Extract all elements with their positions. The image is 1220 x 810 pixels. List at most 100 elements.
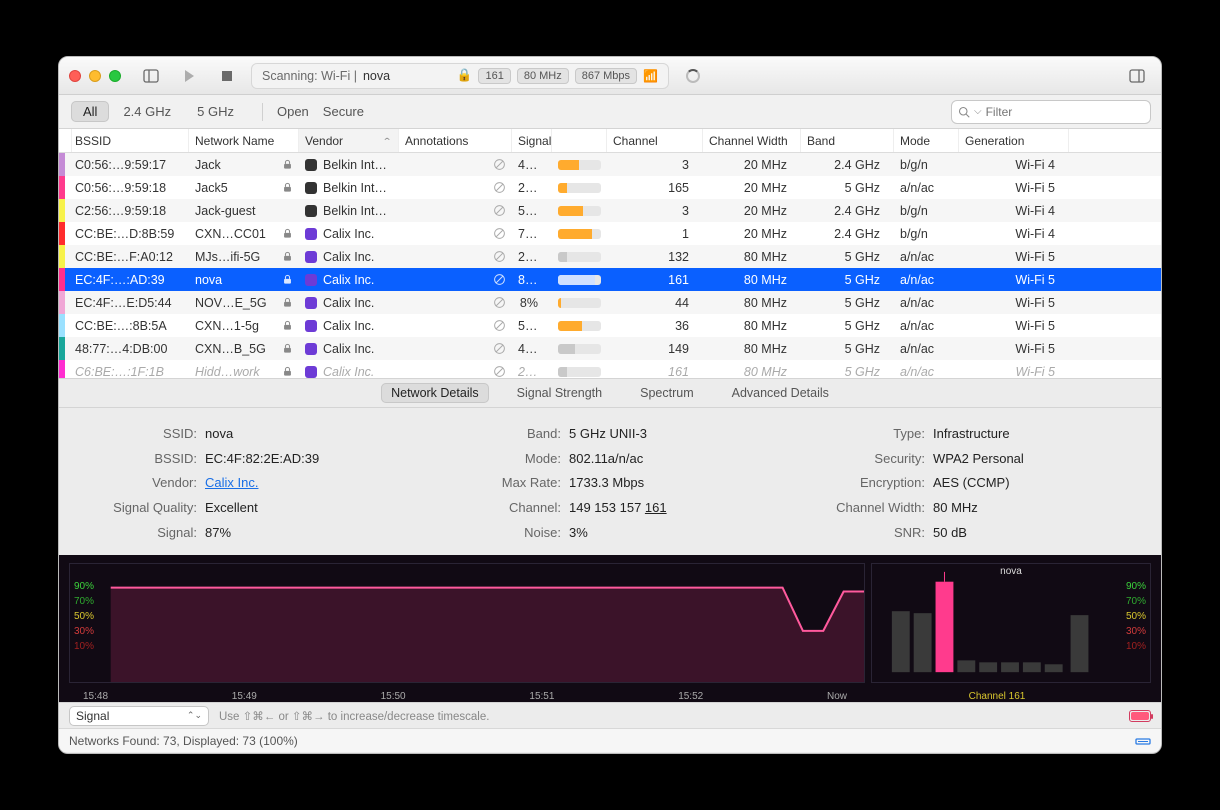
panel-toggle-icon[interactable]: [1123, 64, 1151, 88]
stop-icon[interactable]: [213, 64, 241, 88]
seg-all[interactable]: All: [71, 101, 109, 122]
status-text: Networks Found: 73, Displayed: 73 (100%): [69, 734, 298, 748]
zoom-button[interactable]: [109, 70, 121, 82]
table-row[interactable]: C6:BE:…:1F:1BHidd…workCalix Inc.22%16180…: [59, 360, 1161, 378]
networks-table[interactable]: BSSIDNetwork NameVendorAnnotationsSignal…: [59, 129, 1161, 378]
table-row[interactable]: EC:4F:…:AD:39novaCalix Inc.87%16180 MHz5…: [59, 268, 1161, 291]
vendor-icon: [305, 159, 317, 171]
cell-gen: Wi-Fi 5: [959, 365, 1069, 379]
tray-icon[interactable]: [1135, 733, 1151, 748]
cell-gen: Wi-Fi 5: [959, 342, 1069, 356]
divider: [262, 103, 263, 121]
cell-signal: 55%: [512, 319, 552, 333]
signal-icon: 📶: [643, 69, 658, 83]
cell-width: 80 MHz: [703, 342, 801, 356]
cell-channel: 132: [607, 250, 703, 264]
col-band[interactable]: Band: [801, 129, 894, 152]
cell-signal-bar: [552, 160, 607, 170]
vendor-icon: [305, 343, 317, 355]
detail-key: Max Rate:: [441, 471, 561, 496]
cell-band: 2.4 GHz: [801, 204, 894, 218]
cell-signal: 22%: [512, 365, 552, 379]
updown-icon: ⌃⌄: [187, 710, 202, 721]
col-signal[interactable]: Signal: [512, 129, 552, 152]
chip-width: 80 MHz: [517, 68, 569, 84]
graph-controls: Signal ⌃⌄ Use ⇧⌘← or ⇧⌘→ to increase/dec…: [59, 702, 1161, 728]
close-button[interactable]: [69, 70, 81, 82]
col-network-name[interactable]: Network Name: [189, 129, 299, 152]
scan-status-prefix: Scanning: Wi-Fi |: [262, 69, 357, 83]
detail-row: Mode:802.11a/n/ac: [441, 447, 779, 472]
table-row[interactable]: CC:BE:…F:A0:12MJs…ifi-5GCalix Inc.20%132…: [59, 245, 1161, 268]
chevron-down-icon: ⌵: [974, 106, 982, 117]
col-mode[interactable]: Mode: [894, 129, 959, 152]
sidebar-toggle-icon[interactable]: [137, 64, 165, 88]
cell-vendor: Calix Inc.: [299, 342, 399, 356]
tab-signal-strength[interactable]: Signal Strength: [507, 383, 612, 403]
cell-bssid: 48:77:…4:DB:00: [69, 342, 189, 356]
cell-name: CXN…B_5G: [189, 342, 299, 356]
table-row[interactable]: C0:56:…9:59:18Jack5Belkin Int…22%16520 M…: [59, 176, 1161, 199]
filter-secure[interactable]: Secure: [323, 104, 364, 119]
vendor-link[interactable]: Calix Inc.: [205, 475, 258, 490]
seg-24ghz[interactable]: 2.4 GHz: [111, 101, 183, 122]
lock-icon: [282, 182, 293, 193]
cell-band: 5 GHz: [801, 273, 894, 287]
play-icon[interactable]: [175, 64, 203, 88]
detail-value: 3%: [569, 521, 588, 546]
cell-annotation: [399, 250, 512, 263]
cell-name: Jack: [189, 158, 299, 172]
metric-dropdown[interactable]: Signal ⌃⌄: [69, 706, 209, 726]
table-row[interactable]: C2:56:…9:59:18Jack-guestBelkin Int…58%32…: [59, 199, 1161, 222]
seg-5ghz[interactable]: 5 GHz: [185, 101, 246, 122]
scan-status: Scanning: Wi-Fi | nova 🔒 161 80 MHz 867 …: [251, 63, 669, 89]
table-row[interactable]: C0:56:…9:59:17JackBelkin Int…48%320 MHz2…: [59, 153, 1161, 176]
table-row[interactable]: 48:77:…4:DB:00CXN…B_5GCalix Inc.40%14980…: [59, 337, 1161, 360]
tab-network-details[interactable]: Network Details: [381, 383, 489, 403]
cell-mode: a/n/ac: [894, 273, 959, 287]
status-bar: Networks Found: 73, Displayed: 73 (100%): [59, 728, 1161, 752]
filter-search[interactable]: ⌵: [951, 100, 1151, 124]
tab-advanced-details[interactable]: Advanced Details: [722, 383, 839, 403]
detail-row: Encryption:AES (CCMP): [805, 471, 1143, 496]
tab-spectrum[interactable]: Spectrum: [630, 383, 704, 403]
filter-open[interactable]: Open: [277, 104, 309, 119]
cell-name: Jack5: [189, 181, 299, 195]
network-details: SSID:novaBSSID:EC:4F:82:2E:AD:39Vendor:C…: [59, 408, 1161, 555]
cell-gen: Wi-Fi 4: [959, 227, 1069, 241]
col-channel[interactable]: Channel: [607, 129, 703, 152]
cell-signal-bar: [552, 367, 607, 377]
col-strip[interactable]: [552, 129, 607, 152]
cell-width: 20 MHz: [703, 204, 801, 218]
col-channel-width[interactable]: Channel Width: [703, 129, 801, 152]
detail-key: Security:: [805, 447, 925, 472]
col-vendor[interactable]: Vendor: [299, 129, 399, 152]
col-bssid[interactable]: BSSID: [69, 129, 189, 152]
detail-value: 1733.3 Mbps: [569, 471, 644, 496]
filter-input[interactable]: [986, 105, 1144, 119]
cell-mode: a/n/ac: [894, 250, 959, 264]
col-generation[interactable]: Generation: [959, 129, 1069, 152]
cell-annotation: [399, 296, 512, 309]
col-annotations[interactable]: Annotations: [399, 129, 512, 152]
cell-band: 2.4 GHz: [801, 227, 894, 241]
cell-bssid: EC:4F:…:AD:39: [69, 273, 189, 287]
graph-area: 90%70%50%30%10% nova 90%70%50%30%10%: [59, 555, 1161, 689]
cell-channel: 3: [607, 158, 703, 172]
vendor-icon: [305, 297, 317, 309]
scan-status-network: nova: [363, 69, 390, 83]
cell-vendor: Calix Inc.: [299, 296, 399, 310]
table-row[interactable]: CC:BE:…:8B:5ACXN…1-5gCalix Inc.55%3680 M…: [59, 314, 1161, 337]
cell-gen: Wi-Fi 5: [959, 250, 1069, 264]
detail-key: Encryption:: [805, 471, 925, 496]
cell-annotation: [399, 342, 512, 355]
detail-row: Type:Infrastructure: [805, 422, 1143, 447]
cell-gen: Wi-Fi 5: [959, 181, 1069, 195]
battery-icon: [1129, 710, 1151, 722]
cell-gen: Wi-Fi 4: [959, 158, 1069, 172]
minimize-button[interactable]: [89, 70, 101, 82]
table-row[interactable]: EC:4F:…E:D5:44NOV…E_5GCalix Inc.8%4480 M…: [59, 291, 1161, 314]
cell-signal: 78%: [512, 227, 552, 241]
table-row[interactable]: CC:BE:…D:8B:59CXN…CC01Calix Inc.78%120 M…: [59, 222, 1161, 245]
row-color: [59, 153, 65, 176]
